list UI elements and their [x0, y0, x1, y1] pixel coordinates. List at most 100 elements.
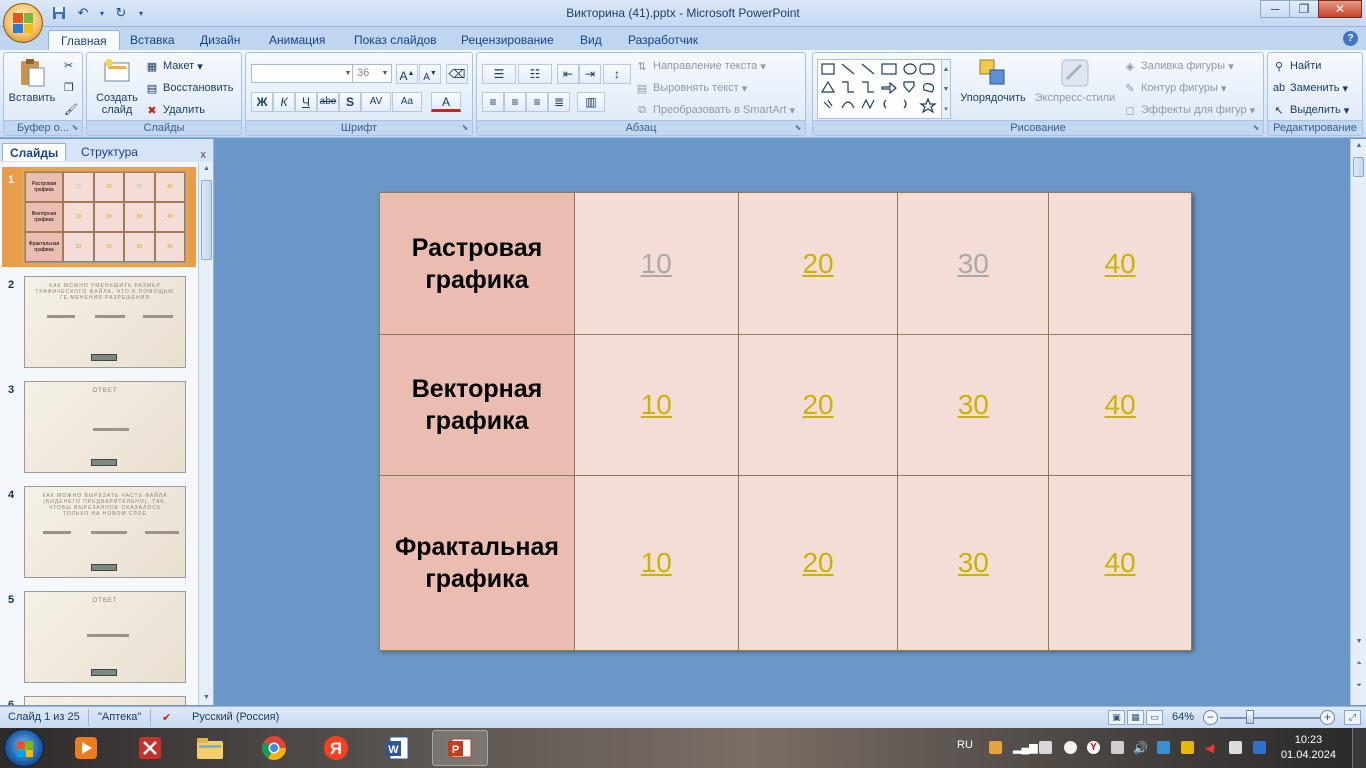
theme-name[interactable]: "Аптека" — [98, 711, 141, 723]
dialog-launcher-icon[interactable]: ⬊ — [70, 123, 80, 133]
smartart-button[interactable]: ⧉ Преобразовать в SmartArt ▾ — [635, 103, 795, 117]
bold-button[interactable]: Ж — [251, 92, 273, 112]
delete-slide-button[interactable]: ✖ Удалить — [145, 103, 205, 117]
cut-icon[interactable]: ✂ — [64, 59, 73, 72]
taskbar-powerpoint[interactable]: P — [432, 730, 488, 766]
minimize-button[interactable]: ─ — [1260, 0, 1290, 18]
fit-to-window-icon[interactable]: ⤢ — [1344, 710, 1361, 725]
question-link-vector-30[interactable]: 30 — [897, 334, 1050, 476]
format-painter-icon[interactable]: 🖌 — [64, 103, 78, 116]
previous-slide-icon[interactable]: ⏶ — [1351, 657, 1366, 671]
text-direction-button[interactable]: ⇅ Направление текста ▾ — [635, 59, 765, 73]
question-link-fractal-10[interactable]: 10 — [573, 475, 739, 651]
office-button[interactable] — [3, 3, 43, 43]
question-link-raster-20[interactable]: 20 — [737, 192, 899, 335]
question-link-fractal-40[interactable]: 40 — [1048, 475, 1192, 651]
new-slide-button[interactable]: Создать слайд — [89, 57, 145, 116]
zoom-out-icon[interactable]: − — [1203, 710, 1218, 725]
start-button[interactable] — [4, 729, 44, 767]
action-center-icon[interactable] — [1253, 741, 1266, 754]
clear-formatting-icon[interactable]: ⌫ — [446, 64, 468, 84]
slide-thumbnail-5[interactable]: ОТВЕТ — [24, 591, 186, 683]
arrange-button[interactable]: Упорядочить — [955, 57, 1031, 104]
tab-insert[interactable]: Вставка — [118, 30, 187, 50]
network-icon[interactable] — [1157, 741, 1170, 754]
replace-button[interactable]: ab Заменить ▾ — [1272, 81, 1348, 95]
scroll-thumb[interactable] — [1353, 157, 1364, 177]
decrease-indent-icon[interactable]: ⇤ — [557, 64, 579, 84]
question-link-vector-10[interactable]: 10 — [573, 334, 739, 476]
yandex-tray-icon[interactable]: Y — [1087, 741, 1100, 754]
scroll-thumb[interactable] — [201, 180, 212, 260]
taskbar-word[interactable]: W — [370, 730, 426, 766]
tray-app-icon[interactable] — [989, 741, 1002, 754]
select-button[interactable]: ↖ Выделить ▾ — [1272, 103, 1349, 117]
scroll-down-icon[interactable]: ▼ — [1351, 635, 1366, 649]
show-desktop-button[interactable] — [1352, 728, 1366, 768]
tray-monitor-icon[interactable] — [1039, 741, 1052, 754]
tray-device-icon[interactable] — [1111, 741, 1124, 754]
align-text-button[interactable]: ▤ Выровнять текст ▾ — [635, 81, 747, 95]
copy-icon[interactable]: ❐ — [64, 81, 74, 94]
italic-button[interactable]: К — [273, 92, 295, 112]
slide-sorter-view-icon[interactable]: ▦ — [1127, 710, 1144, 725]
tab-view[interactable]: Вид — [568, 30, 614, 50]
tray-clock-icon[interactable] — [1064, 741, 1077, 754]
strikethrough-button[interactable]: abe — [317, 92, 339, 112]
zoom-in-icon[interactable]: + — [1320, 710, 1335, 725]
grow-font-button[interactable]: A▲ — [396, 64, 418, 84]
char-spacing-button[interactable]: AV — [361, 92, 391, 112]
layout-button[interactable]: ▦ Макет ▾ — [145, 59, 203, 73]
paste-button[interactable]: Вставить — [6, 57, 58, 104]
slide-thumbnail-2[interactable]: КАК МОЖНО УМЕНЬШИТЬ РАЗМЕР ГРАФИЧЕСКОГО … — [24, 276, 186, 368]
dialog-launcher-icon[interactable]: ⬊ — [793, 123, 803, 133]
tab-home[interactable]: Главная — [48, 30, 120, 50]
slide-scrollbar[interactable]: ▲ ▼ ⏶ ⏷ — [1350, 139, 1366, 705]
slide-thumbnail-1[interactable]: Растровая графика 10 20 30 40 Векторная … — [21, 168, 189, 266]
tray-flag-icon[interactable] — [1229, 741, 1242, 754]
increase-indent-icon[interactable]: ⇥ — [579, 64, 601, 84]
change-case-button[interactable]: Aa — [392, 92, 422, 112]
language-indicator[interactable]: Русский (Россия) — [192, 711, 279, 723]
quick-styles-button[interactable]: Экспресс-стили — [1033, 57, 1117, 104]
signal-icon[interactable]: ▂▄▆ — [1013, 741, 1038, 754]
language-bar[interactable]: RU — [957, 739, 973, 751]
normal-view-icon[interactable]: ▣ — [1108, 710, 1125, 725]
tab-review[interactable]: Рецензирование — [449, 30, 566, 50]
numbering-icon[interactable]: ☷ — [518, 64, 552, 84]
scroll-down-icon[interactable]: ▼ — [199, 691, 214, 705]
question-link-raster-30[interactable]: 30 — [897, 192, 1050, 335]
shape-outline-button[interactable]: ✎ Контур фигуры ▾ — [1123, 81, 1226, 95]
maximize-button[interactable]: ❐ — [1289, 0, 1319, 18]
next-slide-icon[interactable]: ⏷ — [1351, 679, 1366, 693]
find-button[interactable]: ⚲ Найти — [1272, 59, 1321, 73]
question-link-fractal-20[interactable]: 20 — [737, 475, 899, 651]
tray-speaker-icon[interactable]: ◀ — [1205, 741, 1218, 755]
taskbar-chrome[interactable] — [246, 730, 302, 766]
clock[interactable]: 10:23 01.04.2024 — [1281, 733, 1336, 763]
shrink-font-button[interactable]: A▼ — [419, 64, 441, 84]
help-icon[interactable]: ? — [1343, 31, 1358, 46]
question-link-fractal-30[interactable]: 30 — [897, 475, 1050, 651]
shapes-gallery-scroll[interactable]: ▲ ▼ ▾ — [941, 59, 951, 119]
scroll-up-icon[interactable]: ▲ — [199, 162, 214, 176]
slideshow-view-icon[interactable]: ▭ — [1146, 710, 1163, 725]
shape-fill-button[interactable]: ◈ Заливка фигуры ▾ — [1123, 59, 1234, 73]
shadow-button[interactable]: S — [339, 92, 361, 112]
slide-thumbnail-3[interactable]: ОТВЕТ — [24, 381, 186, 473]
columns-icon[interactable]: ▥ — [577, 92, 605, 112]
question-link-raster-40[interactable]: 40 — [1048, 192, 1192, 335]
volume-icon[interactable]: 🔊 — [1133, 741, 1148, 755]
zoom-level[interactable]: 64% — [1172, 711, 1194, 723]
question-link-vector-20[interactable]: 20 — [737, 334, 899, 476]
font-color-button[interactable]: A — [431, 92, 461, 112]
question-link-raster-10[interactable]: 10 — [573, 192, 739, 335]
close-pane-icon[interactable]: x — [201, 149, 207, 161]
taskbar-app-red[interactable] — [122, 730, 178, 766]
shapes-gallery[interactable] — [817, 59, 945, 119]
taskbar-yandex[interactable]: Я — [308, 730, 364, 766]
shape-effects-button[interactable]: ◻ Эффекты для фигур ▾ — [1123, 103, 1255, 117]
taskbar-media-player[interactable] — [58, 730, 114, 766]
thumbnails-scrollbar[interactable]: ▲ ▼ — [198, 162, 213, 705]
tray-flash-icon[interactable] — [1181, 741, 1194, 754]
